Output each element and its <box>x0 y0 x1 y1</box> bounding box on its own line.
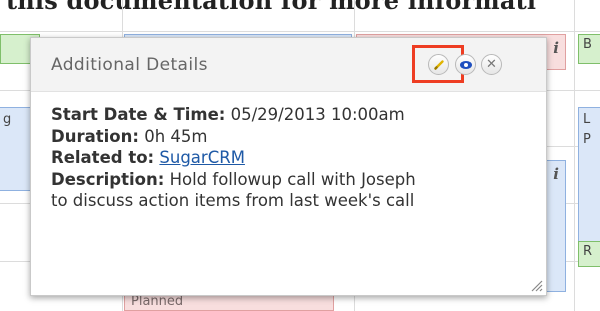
close-icon: ✕ <box>486 57 497 72</box>
description-row: Description: Hold followup call with Jos… <box>51 169 531 191</box>
related-label: Related to: <box>51 148 155 167</box>
calendar-event-label: Planned <box>131 294 184 309</box>
close-button[interactable]: ✕ <box>481 54 502 75</box>
calendar-event[interactable]: B <box>578 34 600 64</box>
popup-header: Additional Details ✕ <box>31 38 546 92</box>
calendar-event-label: B <box>583 37 592 52</box>
start-datetime-label: Start Date & Time: <box>51 105 226 124</box>
info-icon[interactable]: i <box>553 39 559 57</box>
calendar-event-label: R <box>583 244 593 259</box>
calendar-event[interactable]: R <box>578 241 600 267</box>
eye-icon <box>459 60 472 69</box>
description-value-line1: Hold followup call with Joseph <box>169 169 416 189</box>
resize-handle-icon[interactable] <box>531 280 543 292</box>
additional-details-popup: Additional Details ✕ Start Date & Time: … <box>30 37 547 296</box>
view-button[interactable] <box>455 54 476 75</box>
start-datetime-row: Start Date & Time: 05/29/2013 10:00am <box>51 104 531 126</box>
duration-value: 0h 45m <box>144 126 208 146</box>
duration-row: Duration: 0h 45m <box>51 126 531 148</box>
duration-label: Duration: <box>51 126 139 146</box>
calendar-event-label: g <box>3 112 12 127</box>
description-label: Description: <box>51 169 165 189</box>
related-link[interactable]: SugarCRM <box>159 148 245 167</box>
calendar-event[interactable]: L P <box>578 107 600 257</box>
calendar-event[interactable]: g <box>0 107 34 191</box>
info-icon[interactable]: i <box>553 165 559 183</box>
start-datetime-value: 05/29/2013 10:00am <box>230 105 405 124</box>
description-value-line2: to discuss action items from last week's… <box>51 191 415 210</box>
pencil-icon <box>433 59 444 70</box>
popup-body: Start Date & Time: 05/29/2013 10:00am Du… <box>51 104 531 212</box>
related-row: Related to: SugarCRM <box>51 147 531 169</box>
calendar-event-label: L <box>583 112 591 127</box>
edit-button[interactable] <box>428 54 449 75</box>
calendar-event-label: P <box>583 132 591 147</box>
popup-title: Additional Details <box>51 55 208 75</box>
description-row-continued: to discuss action items from last week's… <box>51 190 531 212</box>
